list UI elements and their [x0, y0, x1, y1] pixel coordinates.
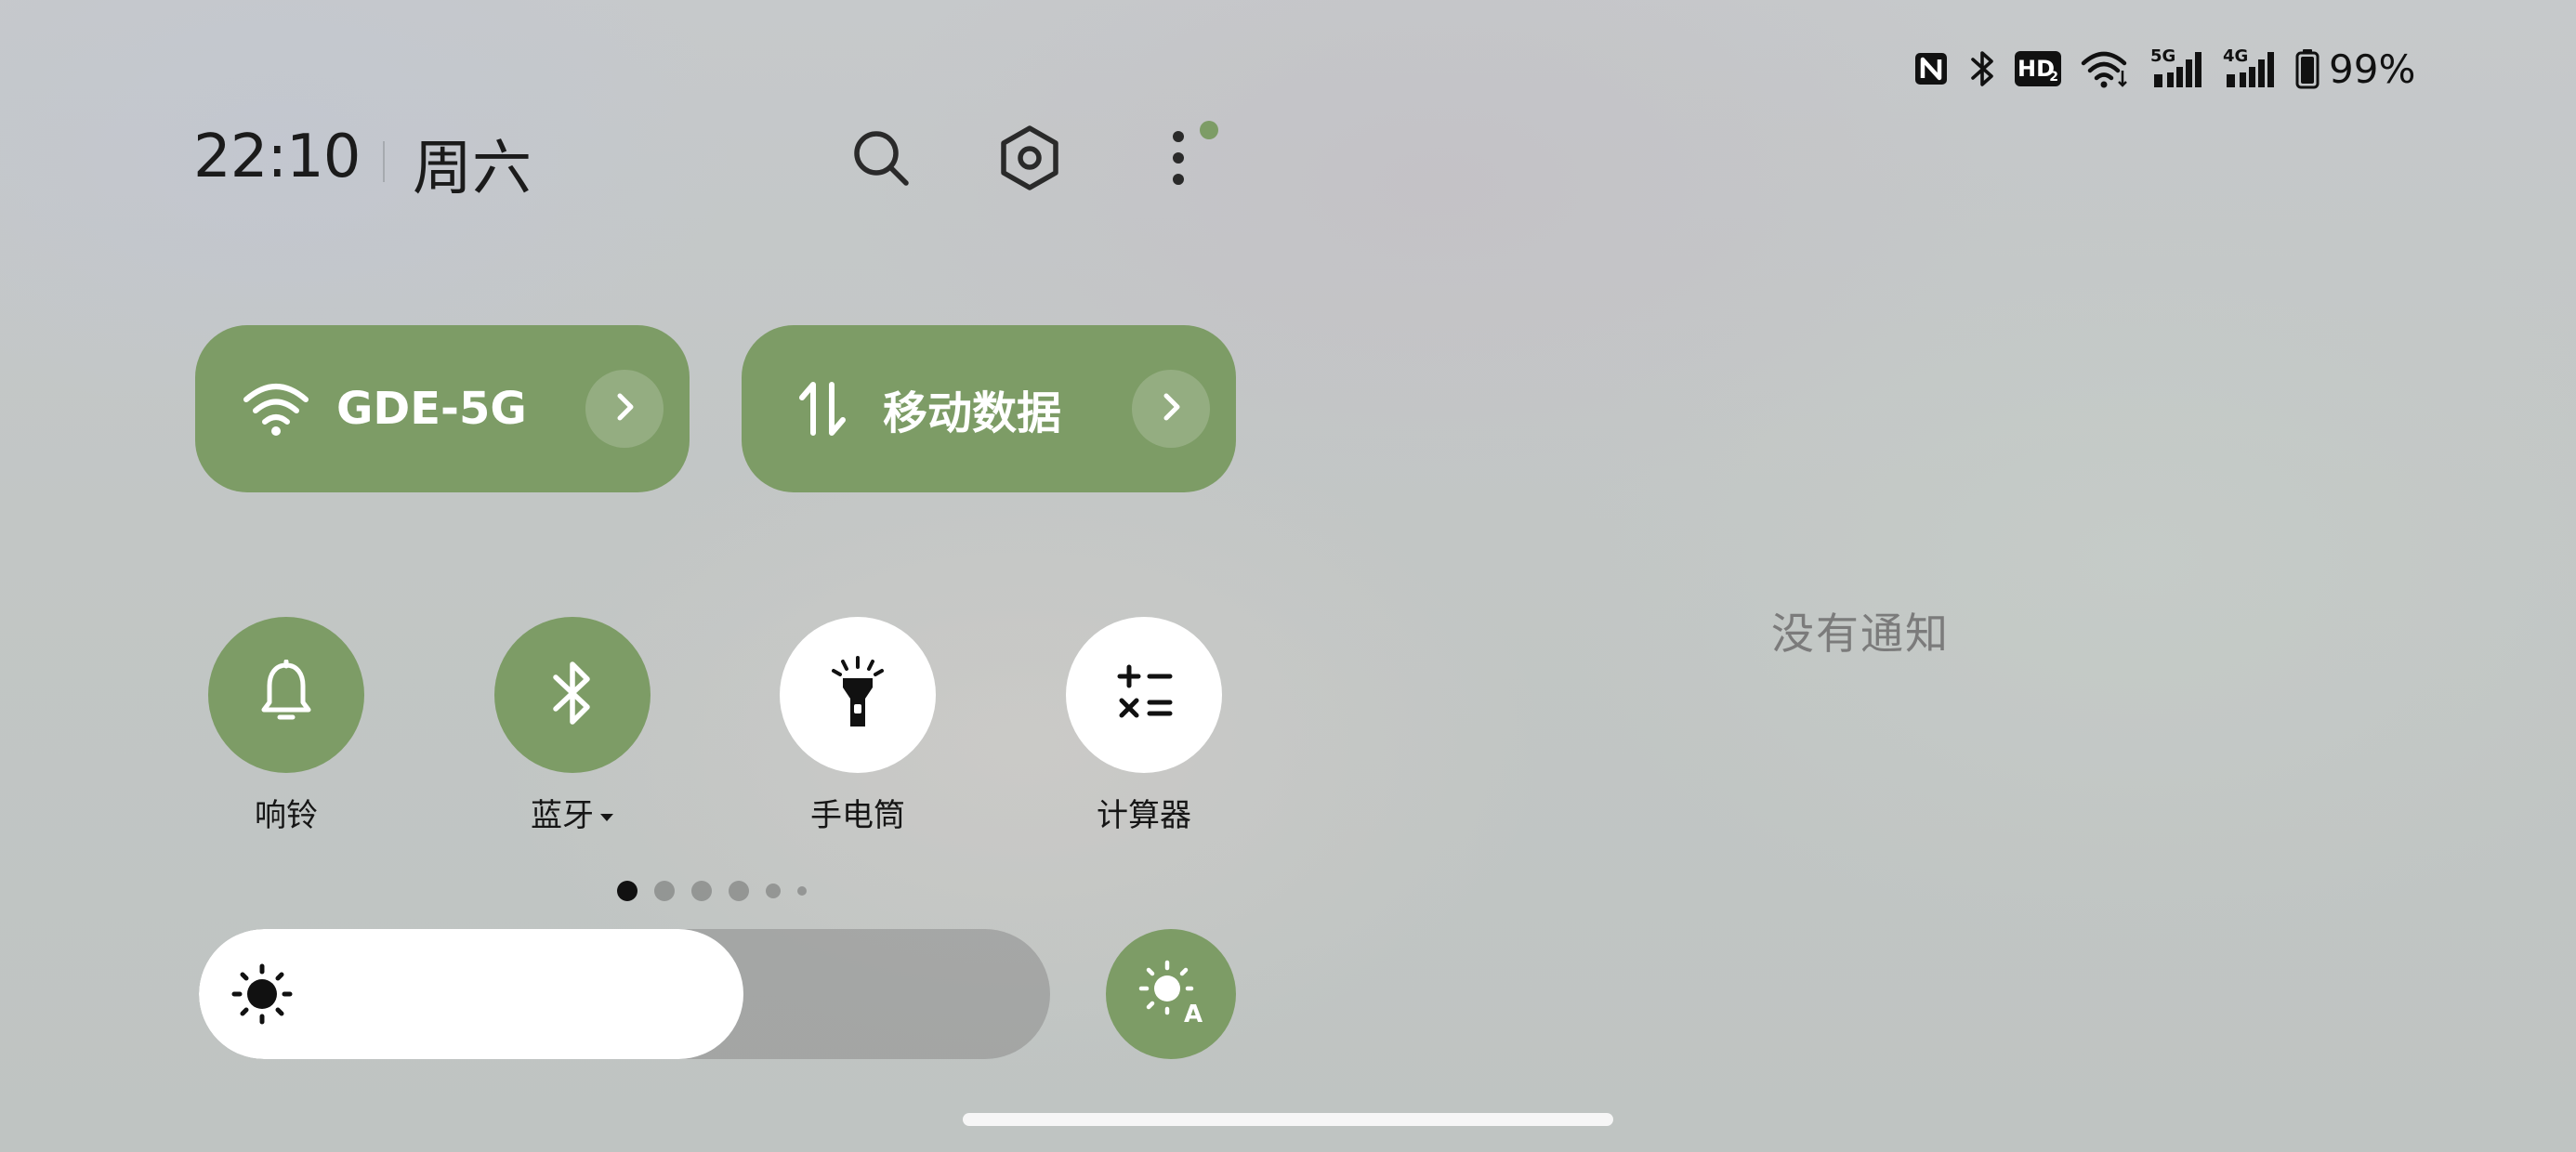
weekday-label[interactable]: 周六	[413, 121, 532, 206]
clock-time[interactable]: 22:10	[193, 123, 361, 191]
page-dot[interactable]	[766, 884, 781, 898]
search-button[interactable]	[842, 121, 920, 199]
ring-toggle-button[interactable]	[208, 617, 364, 773]
status-bar: HD 2 5G 4G 99%	[1912, 45, 2415, 93]
wifi-icon	[2080, 48, 2132, 89]
home-indicator[interactable]	[963, 1113, 1613, 1126]
page-dot[interactable]	[654, 881, 675, 901]
svg-text:A: A	[1184, 1001, 1203, 1026]
mobile-data-icon	[781, 379, 864, 439]
calculator-button[interactable]	[1066, 617, 1222, 773]
more-icon	[1169, 129, 1188, 190]
page-dot[interactable]	[617, 881, 637, 901]
nfc-icon	[1912, 50, 1950, 87]
hd-voice-icon: HD 2	[2015, 51, 2061, 86]
auto-brightness-icon: A	[1137, 959, 1204, 1029]
brightness-sun-icon	[230, 962, 294, 1029]
brightness-slider[interactable]	[199, 929, 1050, 1059]
flashlight-toggle-button[interactable]	[780, 617, 936, 773]
update-badge	[1200, 121, 1218, 139]
wifi-tile[interactable]: GDE-5G	[195, 325, 690, 492]
mobile-data-tile[interactable]: 移动数据	[742, 325, 1236, 492]
bluetooth-icon	[1968, 48, 1996, 89]
search-icon	[850, 127, 912, 192]
ring-label: 响铃	[255, 797, 318, 834]
page-indicator[interactable]	[617, 881, 807, 901]
calculator-icon	[1114, 663, 1174, 727]
calculator-toggle[interactable]: 计算器	[1051, 617, 1237, 835]
chevron-right-icon	[1157, 390, 1185, 427]
page-dot[interactable]	[729, 881, 749, 901]
mobile-data-label: 移动数据	[883, 387, 1062, 439]
bluetooth-icon	[550, 659, 595, 731]
wifi-details-button[interactable]	[585, 370, 664, 448]
battery-icon	[2295, 48, 2320, 89]
page-dot[interactable]	[797, 886, 807, 896]
calculator-label: 计算器	[1097, 797, 1191, 834]
bluetooth-label: 蓝牙	[531, 797, 594, 834]
battery-percent: 99%	[2329, 46, 2416, 92]
settings-icon	[998, 124, 1061, 195]
settings-button[interactable]	[991, 121, 1069, 199]
bluetooth-toggle-button[interactable]	[494, 617, 651, 773]
ring-toggle[interactable]: 响铃	[193, 617, 379, 835]
auto-brightness-button[interactable]: A	[1106, 929, 1236, 1059]
mobile-data-details-button[interactable]	[1132, 370, 1210, 448]
dropdown-arrow-icon[interactable]	[599, 794, 614, 831]
flashlight-icon	[828, 656, 887, 734]
flashlight-label: 手电筒	[810, 797, 905, 834]
no-notifications-text: 没有通知	[1771, 609, 1950, 659]
flashlight-toggle[interactable]: 手电筒	[765, 617, 951, 835]
header-divider	[383, 141, 385, 182]
wifi-icon	[234, 381, 318, 437]
bluetooth-toggle[interactable]: 蓝牙	[480, 617, 665, 835]
signal-4g-icon: 4G	[2223, 46, 2277, 89]
wifi-network-name: GDE-5G	[336, 383, 527, 435]
signal-5g-icon: 5G	[2150, 46, 2204, 89]
page-dot[interactable]	[691, 881, 712, 901]
bell-icon	[256, 659, 316, 730]
chevron-right-icon	[611, 390, 638, 427]
